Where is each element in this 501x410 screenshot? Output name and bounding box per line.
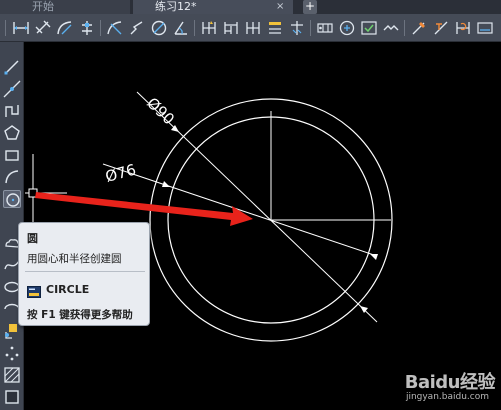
- dimension-text-90[interactable]: Ø90: [143, 94, 178, 128]
- point-icon[interactable]: [3, 344, 21, 362]
- dimension-style-icon[interactable]: [476, 19, 494, 37]
- arc-icon[interactable]: [3, 168, 21, 186]
- diameter-dimension-icon[interactable]: [150, 19, 168, 37]
- annotation-arrow: [35, 192, 253, 226]
- quick-dimension-icon[interactable]: [200, 19, 218, 37]
- tooltip-title: 圆: [27, 232, 38, 245]
- watermark-brand: Baidu经验: [404, 372, 496, 393]
- tab-drawing-label: 练习12*: [155, 0, 197, 13]
- toolbar-separator: [310, 20, 311, 36]
- dimension-update-icon[interactable]: [454, 19, 472, 37]
- baidu-watermark: Baidu经验 jingyan.baidu.com: [385, 366, 496, 406]
- dimension-edit-icon[interactable]: [410, 19, 428, 37]
- toolbar-separator: [404, 20, 405, 36]
- tab-close-icon[interactable]: ×: [276, 0, 284, 14]
- continue-icon[interactable]: [244, 19, 262, 37]
- dimension-space-icon[interactable]: [266, 19, 284, 37]
- center-mark-icon[interactable]: [338, 19, 356, 37]
- tooltip-description: 用圆心和半径创建圆: [27, 253, 122, 265]
- region-icon[interactable]: [3, 388, 21, 406]
- diameter-76-arrow-upper: [162, 181, 170, 187]
- document-tab-bar: 开始 练习12* × +: [0, 0, 501, 14]
- watermark-url: jingyan.baidu.com: [405, 392, 489, 402]
- ordinate-dimension-icon[interactable]: [78, 19, 96, 37]
- tab-start[interactable]: 开始: [0, 0, 130, 14]
- dimension-text-76[interactable]: Ø76: [103, 160, 138, 185]
- dimension-toolbar: [0, 14, 501, 42]
- tab-drawing[interactable]: 练习12*: [133, 0, 293, 14]
- new-tab-button[interactable]: +: [303, 0, 317, 14]
- command-line-icon: [27, 283, 41, 298]
- aligned-dimension-icon[interactable]: [34, 19, 52, 37]
- polyline-icon[interactable]: [3, 102, 21, 120]
- jogged-linear-icon[interactable]: [382, 19, 400, 37]
- tooltip-command: CIRCLE: [46, 283, 90, 296]
- plus-icon: +: [304, 0, 316, 13]
- circle-tool-tooltip: 圆 用圆心和半径创建圆 CIRCLE 按 F1 键获得更多帮助: [18, 222, 150, 326]
- polygon-icon[interactable]: [3, 124, 21, 142]
- dimension-break-icon[interactable]: [288, 19, 306, 37]
- text-edit-icon[interactable]: [432, 19, 450, 37]
- toolbar-grip: [5, 20, 6, 36]
- toolbar-separator: [194, 20, 195, 36]
- diameter-76-arrow-lower: [370, 254, 378, 260]
- circle-icon[interactable]: [3, 190, 21, 208]
- tooltip-help: 按 F1 键获得更多帮助: [27, 309, 133, 321]
- angular-dimension-icon[interactable]: [172, 19, 190, 37]
- tolerance-icon[interactable]: [316, 19, 334, 37]
- baseline-icon[interactable]: [222, 19, 240, 37]
- toolbar-separator: [100, 20, 101, 36]
- arc-length-icon[interactable]: [56, 19, 74, 37]
- rectangle-icon[interactable]: [3, 146, 21, 164]
- line-icon[interactable]: [3, 58, 21, 76]
- linear-dimension-icon[interactable]: [12, 19, 30, 37]
- jogged-icon[interactable]: [128, 19, 146, 37]
- tab-start-label: 开始: [32, 0, 54, 13]
- construction-line-icon[interactable]: [3, 80, 21, 98]
- hatch-icon[interactable]: [3, 366, 21, 384]
- radius-dimension-icon[interactable]: [106, 19, 124, 37]
- inspection-icon[interactable]: [360, 19, 378, 37]
- tooltip-divider: [25, 271, 145, 272]
